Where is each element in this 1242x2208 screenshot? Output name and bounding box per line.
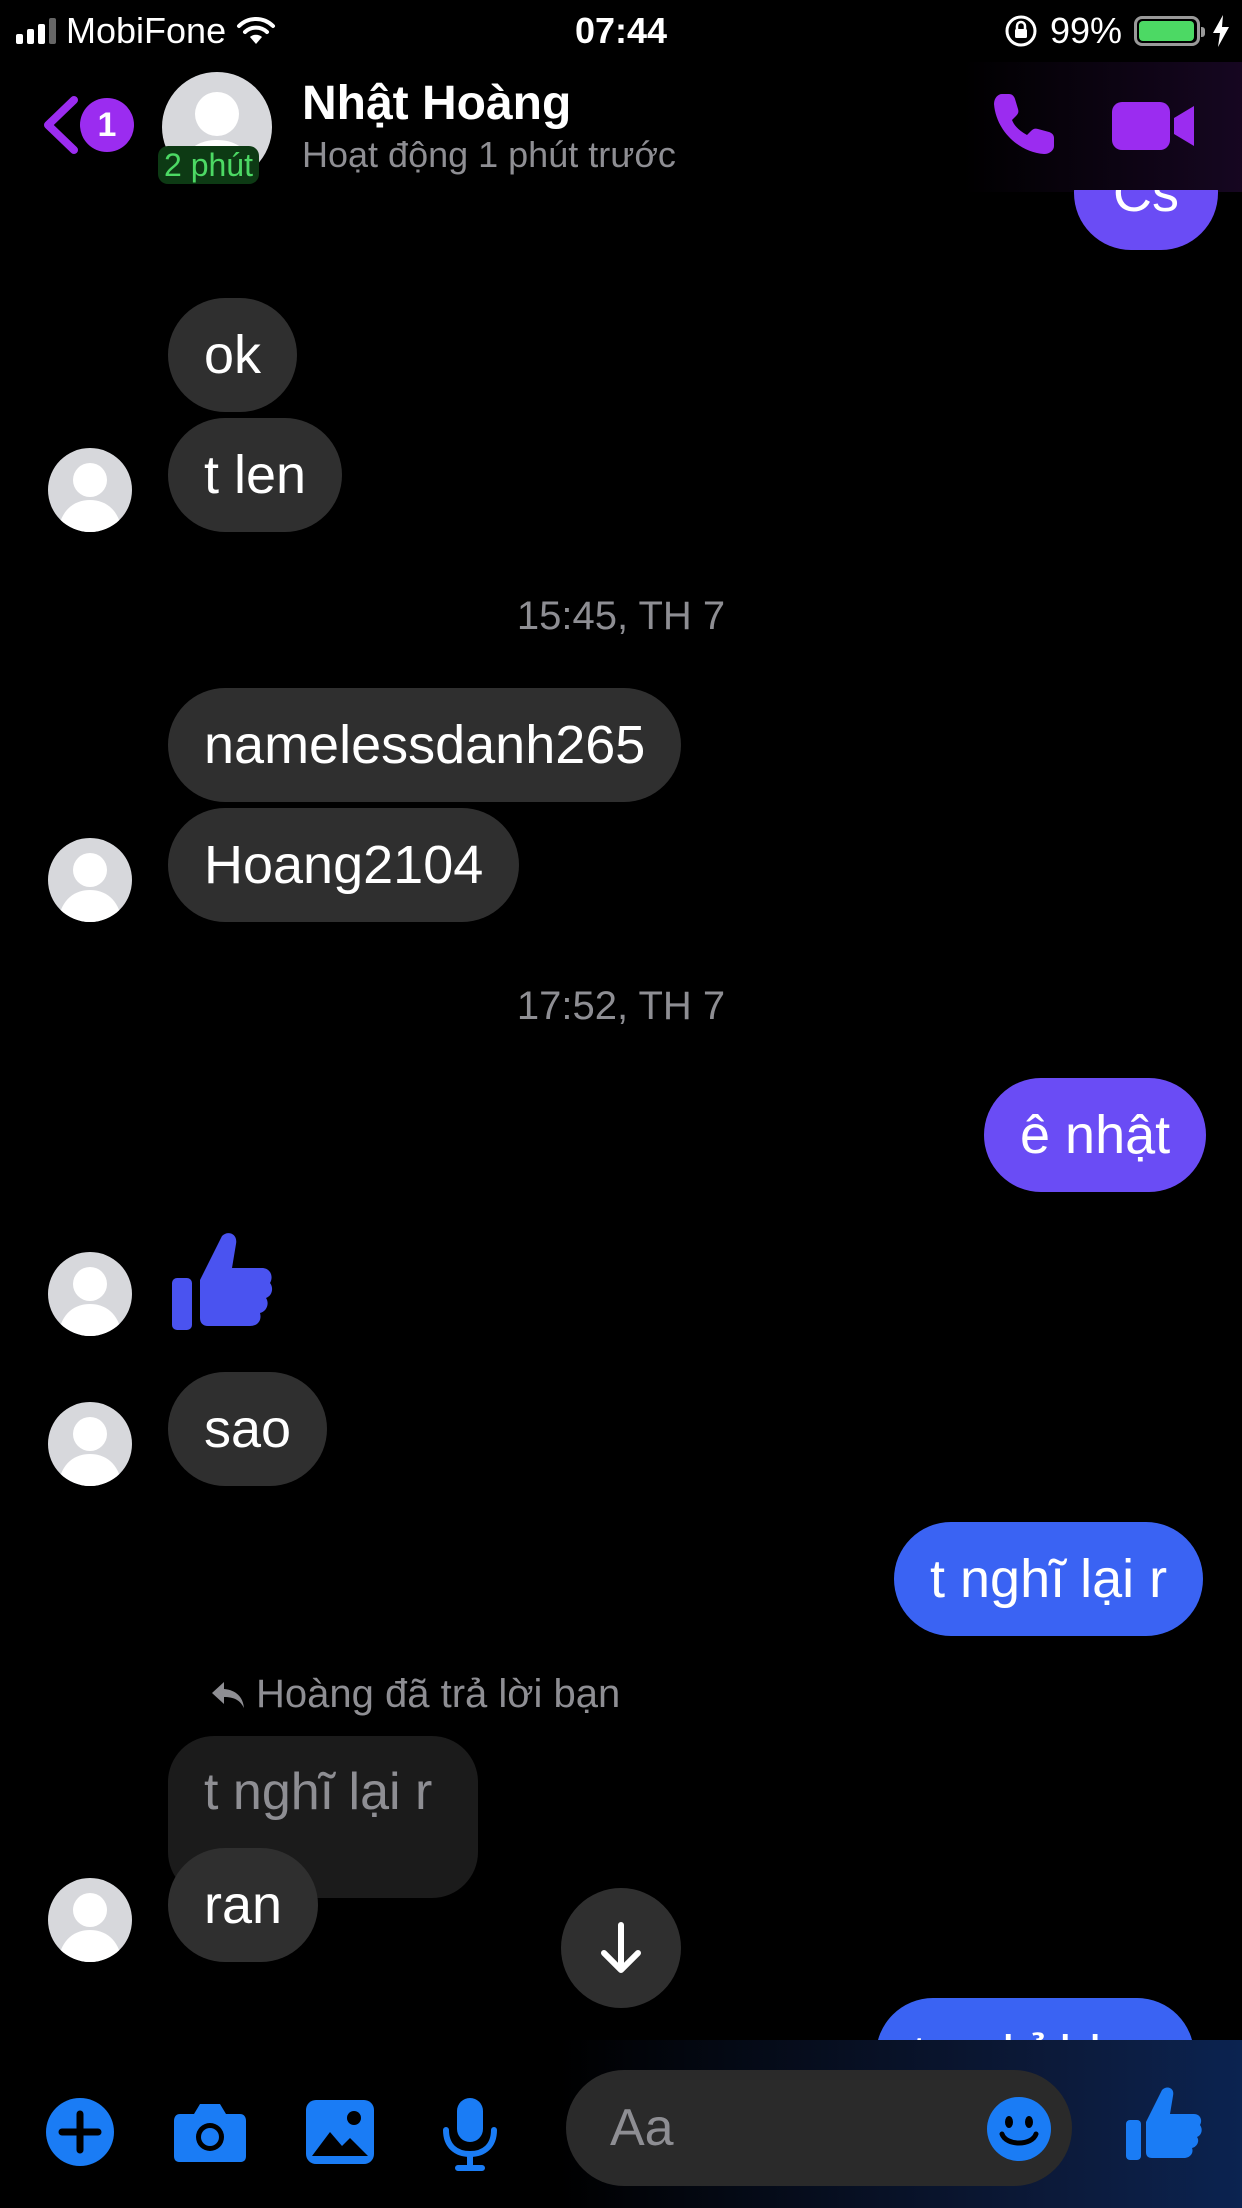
message-text: sao <box>204 1399 292 1459</box>
orientation-lock-icon <box>1005 15 1037 47</box>
sender-avatar[interactable] <box>48 838 132 922</box>
reply-arrow-icon <box>212 1681 244 1708</box>
thumbs-up-icon[interactable] <box>170 1228 276 1334</box>
message-text: t nghĩ lại r <box>930 1549 1168 1609</box>
microphone-icon[interactable] <box>440 2096 500 2172</box>
message-text: t nghỉ hlov <box>912 2025 1158 2040</box>
outgoing-message[interactable]: t nghĩ lại r <box>894 1522 1204 1636</box>
battery-fill <box>1139 21 1195 41</box>
message-text: namelessdanh265 <box>204 715 646 775</box>
image-icon[interactable] <box>304 2096 376 2168</box>
camera-icon[interactable] <box>172 2096 248 2168</box>
contact-name[interactable]: Nhật Hoàng <box>302 76 571 131</box>
message-text: t len <box>204 445 307 505</box>
video-camera-icon[interactable] <box>1112 98 1196 154</box>
outgoing-message-partial[interactable]: Cs <box>1074 190 1218 250</box>
message-text: ok <box>204 325 262 385</box>
emoji-icon[interactable] <box>986 2096 1052 2162</box>
sender-avatar[interactable] <box>48 1402 132 1486</box>
incoming-message[interactable]: Hoang2104 <box>168 808 520 922</box>
charging-icon <box>1213 15 1229 47</box>
message-list[interactable]: Cs ok t len 15:45, TH 7 namelessdanh265 … <box>0 190 1242 2040</box>
outgoing-message-partial[interactable]: t nghỉ hlov <box>876 1998 1195 2040</box>
status-right: 99% <box>1004 10 1230 52</box>
battery-icon <box>1134 16 1205 46</box>
phone-icon[interactable] <box>988 88 1060 160</box>
incoming-message[interactable]: namelessdanh265 <box>168 688 682 802</box>
incoming-message[interactable]: sao <box>168 1372 328 1486</box>
incoming-message[interactable]: ok <box>168 298 298 412</box>
message-text: ê nhật <box>1020 1105 1171 1165</box>
timestamp: 17:52, TH 7 <box>516 984 726 1028</box>
status-bar: MobiFone 07:44 99% <box>0 0 1242 62</box>
outgoing-message[interactable]: ê nhật <box>984 1078 1207 1192</box>
plus-icon[interactable] <box>44 2096 116 2168</box>
message-text: Hoang2104 <box>204 835 484 895</box>
incoming-message[interactable]: ran <box>168 1848 319 1962</box>
unread-badge: 1 <box>80 98 134 152</box>
reply-note-text: Hoàng đã trả lời bạn <box>256 1672 621 1716</box>
sender-avatar[interactable] <box>48 448 132 532</box>
timestamp: 15:45, TH 7 <box>516 594 726 638</box>
chat-header: 1 2 phút Nhật Hoàng Hoạt động 1 phút trư… <box>0 62 1242 190</box>
arrow-down-icon <box>601 1922 641 1973</box>
composer-bar <box>0 2040 1242 2208</box>
thumbs-up-icon[interactable] <box>1124 2084 1204 2164</box>
battery-percent: 99% <box>1049 10 1122 51</box>
sender-avatar[interactable] <box>48 1252 132 1336</box>
active-time-badge: 2 phút <box>158 146 259 184</box>
message-text: Cs <box>1113 190 1179 223</box>
chevron-left-icon[interactable] <box>34 92 84 158</box>
quoted-text: t nghĩ lại r <box>204 1763 433 1821</box>
sender-avatar[interactable] <box>48 1878 132 1962</box>
scroll-to-bottom-button[interactable] <box>561 1888 681 2008</box>
contact-status: Hoạt động 1 phút trước <box>302 134 676 175</box>
incoming-message[interactable]: t len <box>168 418 343 532</box>
message-text: ran <box>204 1875 283 1935</box>
reply-indicator: Hoàng đã trả lời bạn <box>210 1672 620 1717</box>
